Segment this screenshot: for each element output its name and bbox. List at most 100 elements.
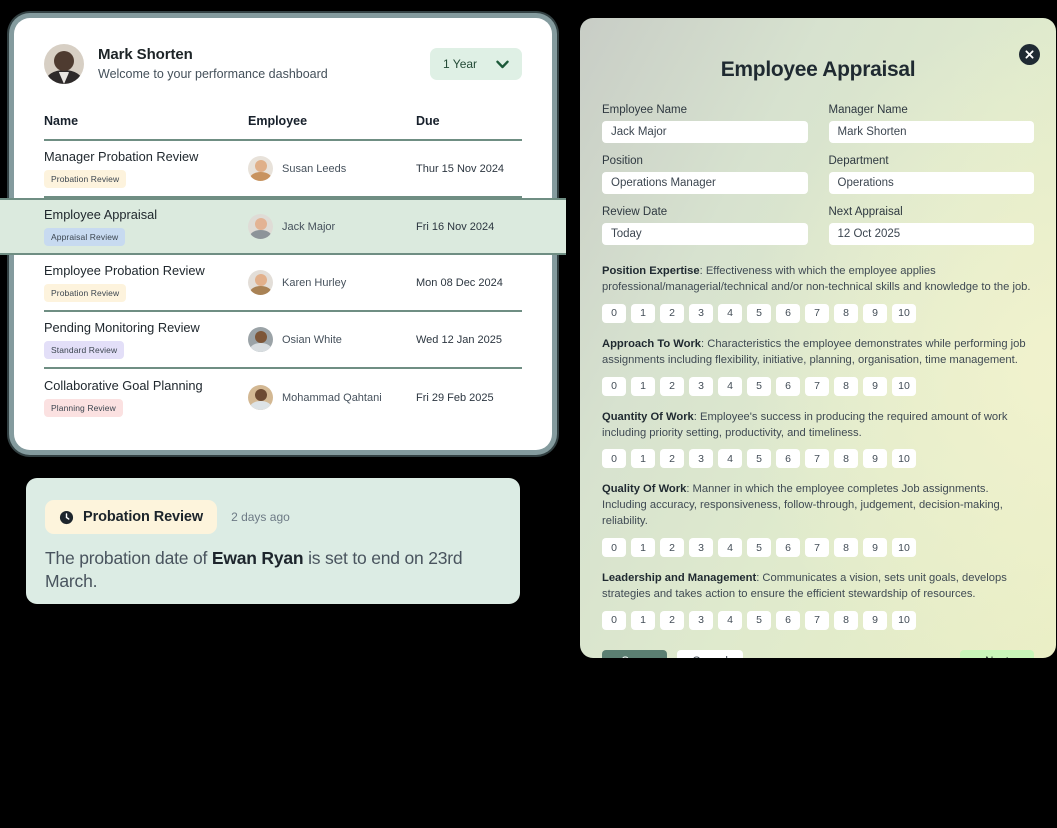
rating-option-7[interactable]: 7 (805, 538, 829, 558)
table-row[interactable]: Employee Appraisal Appraisal Review Jack… (0, 198, 566, 255)
rating-option-7[interactable]: 7 (805, 449, 829, 469)
appraisal-criteria-list: Position Expertise: Effectiveness with w… (602, 264, 1034, 630)
rating-option-2[interactable]: 2 (660, 610, 684, 630)
employee-cell: Susan Leeds (248, 156, 416, 181)
review-title: Employee Probation Review (44, 262, 205, 278)
rating-option-2[interactable]: 2 (660, 449, 684, 469)
rating-option-10[interactable]: 10 (892, 376, 916, 396)
next-button[interactable]: Next (960, 649, 1034, 658)
rating-scale: 0 1 2 3 4 5 6 7 8 9 10 (602, 376, 1034, 396)
rating-option-2[interactable]: 2 (660, 303, 684, 323)
rating-option-7[interactable]: 7 (805, 303, 829, 323)
rating-option-6[interactable]: 6 (776, 449, 800, 469)
rating-option-3[interactable]: 3 (689, 376, 713, 396)
rating-option-0[interactable]: 0 (602, 449, 626, 469)
criterion-text: Quality Of Work: Manner in which the emp… (602, 482, 1034, 530)
rating-option-5[interactable]: 5 (747, 538, 771, 558)
column-header-due: Due (416, 114, 440, 128)
rating-option-9[interactable]: 9 (863, 538, 887, 558)
clock-icon (59, 510, 74, 524)
period-filter-dropdown[interactable]: 1 Year (430, 48, 522, 80)
rating-option-7[interactable]: 7 (805, 376, 829, 396)
rating-option-8[interactable]: 8 (834, 449, 858, 469)
rating-option-3[interactable]: 3 (689, 538, 713, 558)
next-appraisal-label: Next Appraisal (828, 206, 903, 218)
position-input[interactable] (602, 172, 808, 194)
rating-option-1[interactable]: 1 (631, 449, 655, 469)
rating-option-8[interactable]: 8 (834, 538, 858, 558)
rating-option-3[interactable]: 3 (689, 610, 713, 630)
employee-appraisal-modal: Employee Appraisal Employee Name Manager… (580, 18, 1056, 658)
cancel-button[interactable]: Cancel (677, 649, 743, 658)
rating-option-3[interactable]: 3 (689, 303, 713, 323)
rating-option-4[interactable]: 4 (718, 538, 742, 558)
review-date-field-group: Review Date (602, 206, 808, 245)
rating-option-9[interactable]: 9 (863, 376, 887, 396)
save-button[interactable]: Save (602, 649, 667, 658)
rating-option-0[interactable]: 0 (602, 538, 626, 558)
manager-name-field-group: Manager Name (828, 104, 1034, 143)
rating-option-1[interactable]: 1 (631, 538, 655, 558)
criterion-block: Quantity Of Work: Employee's success in … (602, 410, 1034, 469)
rating-option-9[interactable]: 9 (863, 449, 887, 469)
notification-timestamp: 2 days ago (231, 510, 290, 524)
rating-option-1[interactable]: 1 (631, 303, 655, 323)
rating-option-8[interactable]: 8 (834, 303, 858, 323)
rating-option-6[interactable]: 6 (776, 303, 800, 323)
rating-option-1[interactable]: 1 (631, 610, 655, 630)
rating-option-4[interactable]: 4 (718, 610, 742, 630)
rating-option-5[interactable]: 5 (747, 610, 771, 630)
table-row[interactable]: Collaborative Goal Planning Planning Rev… (44, 369, 522, 426)
manager-name-input[interactable] (828, 121, 1034, 143)
rating-option-0[interactable]: 0 (602, 376, 626, 396)
period-filter-value: 1 Year (443, 57, 478, 71)
department-input[interactable] (828, 172, 1034, 194)
criterion-text: Approach To Work: Characteristics the em… (602, 337, 1034, 369)
user-avatar (44, 44, 84, 84)
rating-option-10[interactable]: 10 (892, 538, 916, 558)
table-row[interactable]: Manager Probation Review Probation Revie… (44, 141, 522, 198)
rating-option-5[interactable]: 5 (747, 449, 771, 469)
rating-option-0[interactable]: 0 (602, 610, 626, 630)
rating-option-10[interactable]: 10 (892, 303, 916, 323)
rating-option-4[interactable]: 4 (718, 303, 742, 323)
review-name-cell: Manager Probation Review Probation Revie… (44, 149, 248, 189)
criterion-title: Quantity Of Work (602, 410, 694, 423)
review-name-cell: Pending Monitoring Review Standard Revie… (44, 320, 248, 360)
rating-option-2[interactable]: 2 (660, 376, 684, 396)
rating-option-5[interactable]: 5 (747, 376, 771, 396)
close-button[interactable] (1019, 44, 1040, 65)
rating-option-2[interactable]: 2 (660, 538, 684, 558)
rating-option-0[interactable]: 0 (602, 303, 626, 323)
rating-option-1[interactable]: 1 (631, 376, 655, 396)
rating-option-7[interactable]: 7 (805, 610, 829, 630)
rating-option-6[interactable]: 6 (776, 538, 800, 558)
page-title: Mark Shorten (98, 45, 193, 63)
rating-option-4[interactable]: 4 (718, 449, 742, 469)
modal-action-bar: Save Cancel Next (602, 649, 1034, 658)
rating-option-3[interactable]: 3 (689, 449, 713, 469)
notification-header: Probation Review 2 days ago (45, 500, 501, 534)
rating-option-5[interactable]: 5 (747, 303, 771, 323)
table-row[interactable]: Employee Probation Review Probation Revi… (44, 255, 522, 312)
rating-option-10[interactable]: 10 (892, 610, 916, 630)
rating-option-8[interactable]: 8 (834, 610, 858, 630)
employee-cell: Karen Hurley (248, 270, 416, 295)
rating-option-4[interactable]: 4 (718, 376, 742, 396)
table-row[interactable]: Pending Monitoring Review Standard Revie… (44, 312, 522, 369)
rating-option-9[interactable]: 9 (863, 610, 887, 630)
rating-scale: 0 1 2 3 4 5 6 7 8 9 10 (602, 303, 1034, 323)
rating-option-6[interactable]: 6 (776, 376, 800, 396)
status-badge: Probation Review (44, 284, 127, 303)
review-name-cell: Collaborative Goal Planning Planning Rev… (44, 378, 248, 418)
employee-name: Susan Leeds (282, 162, 347, 175)
next-appraisal-field-group: Next Appraisal (828, 206, 1034, 245)
rating-option-6[interactable]: 6 (776, 610, 800, 630)
rating-option-8[interactable]: 8 (834, 376, 858, 396)
employee-name-input[interactable] (602, 121, 808, 143)
rating-option-10[interactable]: 10 (892, 449, 916, 469)
next-appraisal-input[interactable] (828, 223, 1034, 245)
review-date-input[interactable] (602, 223, 808, 245)
rating-option-9[interactable]: 9 (863, 303, 887, 323)
criterion-title: Position Expertise (602, 265, 700, 277)
